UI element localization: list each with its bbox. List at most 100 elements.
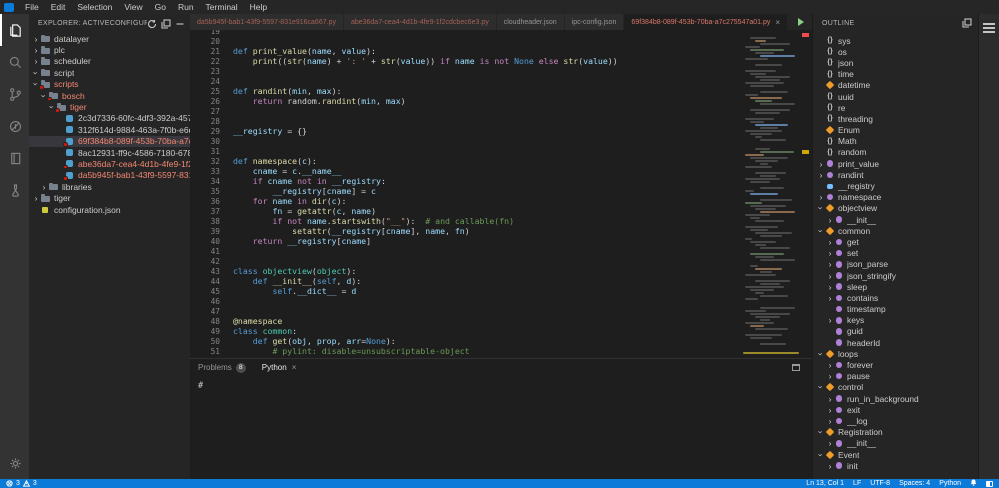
outline-item-init[interactable]: ›__init__	[813, 214, 978, 225]
line-number[interactable]: 36	[190, 197, 220, 206]
line-number[interactable]: 49	[190, 327, 220, 336]
outline-item-control[interactable]: ›control	[813, 382, 978, 393]
outline-item-json[interactable]: {}json	[813, 57, 978, 68]
hide-sidebar-icon[interactable]	[175, 19, 185, 29]
test-beaker-icon[interactable]	[0, 174, 29, 206]
code-line-40[interactable]: 40 return __registry[cname]	[190, 236, 743, 246]
outline-item-common[interactable]: ›common	[813, 225, 978, 236]
code-line-24[interactable]: 24	[190, 76, 743, 86]
status-python[interactable]: Python	[939, 480, 961, 487]
collapse-all-icon[interactable]	[962, 18, 972, 28]
code-line-47[interactable]: 47	[190, 306, 743, 316]
outline-item-loops[interactable]: ›loops	[813, 348, 978, 359]
tree-item-8ac12931-ff9c-4586-7180-678a[interactable]: 8ac12931-ff9c-4586-7180-678a6a75b74...	[29, 147, 190, 158]
line-number[interactable]: 35	[190, 187, 220, 196]
code-line-41[interactable]: 41	[190, 246, 743, 256]
code-line-36[interactable]: 36 for name in dir(c):	[190, 196, 743, 206]
outline-item-randint[interactable]: ›randint	[813, 169, 978, 180]
outline-item-pause[interactable]: ›pause	[813, 371, 978, 382]
code-line-51[interactable]: 51 # pylint: disable=unsubscriptable-obj…	[190, 346, 743, 356]
tree-item-script[interactable]: ›script	[29, 67, 190, 78]
line-number[interactable]: 50	[190, 337, 220, 346]
line-number[interactable]: 33	[190, 167, 220, 176]
tree-item-da5b945f-bab1-43f9-5597-831e[interactable]: da5b945f-bab1-43f9-5597-831e916ca66...	[29, 170, 190, 181]
line-number[interactable]: 29	[190, 127, 220, 136]
maximize-panel-icon[interactable]	[792, 364, 800, 371]
outline-item-json-stringify[interactable]: ›json_stringify	[813, 270, 978, 281]
code-line-37[interactable]: 37 fn = getattr(c, name)	[190, 206, 743, 216]
search-icon[interactable]	[0, 46, 29, 78]
line-number[interactable]: 43	[190, 267, 220, 276]
panel-tab-python[interactable]: Python×	[262, 363, 297, 372]
line-number[interactable]: 34	[190, 177, 220, 186]
menu-go[interactable]: Go	[149, 0, 172, 14]
line-number[interactable]: 47	[190, 307, 220, 316]
line-number[interactable]: 32	[190, 157, 220, 166]
menu-run[interactable]: Run	[172, 0, 200, 14]
line-number[interactable]: 19	[190, 30, 220, 36]
outline-item-uuid[interactable]: {}uuid	[813, 91, 978, 102]
outline-item-run-in-background[interactable]: ›run_in_background	[813, 393, 978, 404]
outline-item-get[interactable]: ›get	[813, 236, 978, 247]
code-line-28[interactable]: 28	[190, 116, 743, 126]
code-line-23[interactable]: 23	[190, 66, 743, 76]
outline-item-forever[interactable]: ›forever	[813, 359, 978, 370]
line-number[interactable]: 40	[190, 237, 220, 246]
minimap[interactable]	[743, 30, 799, 358]
terminal-output[interactable]: #	[190, 376, 812, 479]
book-icon[interactable]	[0, 142, 29, 174]
outline-item-re[interactable]: {}re	[813, 102, 978, 113]
line-number[interactable]: 22	[190, 57, 220, 66]
problems-summary[interactable]: 3 3	[6, 480, 37, 487]
code-area[interactable]: 192021def print_value(name, value):22 pr…	[190, 30, 743, 354]
status-lf[interactable]: LF	[853, 480, 861, 487]
line-number[interactable]: 39	[190, 227, 220, 236]
tab-abe36da7-cea4-4d1b-4fe9-1f2c[interactable]: abe36da7-cea4-4d1b-4fe9-1f2cdcbec6e3.py	[344, 14, 497, 30]
line-number[interactable]: 30	[190, 137, 220, 146]
menu-file[interactable]: File	[19, 0, 45, 14]
code-line-35[interactable]: 35 __registry[cname] = c	[190, 186, 743, 196]
outline-item-random[interactable]: {}random	[813, 147, 978, 158]
code-line-21[interactable]: 21def print_value(name, value):	[190, 46, 743, 56]
outline-item-threading[interactable]: {}threading	[813, 113, 978, 124]
menu-help[interactable]: Help	[244, 0, 273, 14]
code-line-20[interactable]: 20	[190, 36, 743, 46]
tree-item-69f384b8-089f-453b-70ba-a7c2[interactable]: 69f384b8-089f-453b-70ba-a7c275547a0...	[29, 136, 190, 147]
line-number[interactable]: 25	[190, 87, 220, 96]
outline-item-datetime[interactable]: datetime	[813, 80, 978, 91]
tree-item-libraries[interactable]: ›libraries	[29, 181, 190, 192]
outline-item-registry[interactable]: __registry	[813, 180, 978, 191]
line-number[interactable]: 24	[190, 77, 220, 86]
explorer-icon[interactable]	[0, 14, 29, 46]
source-control-icon[interactable]	[0, 78, 29, 110]
outline-item-json-parse[interactable]: ›json_parse	[813, 259, 978, 270]
outline-item-init[interactable]: ›init	[813, 460, 978, 471]
code-line-29[interactable]: 29__registry = {}	[190, 126, 743, 136]
code-line-48[interactable]: 48@namespace	[190, 316, 743, 326]
line-number[interactable]: 20	[190, 37, 220, 46]
code-line-49[interactable]: 49class common:	[190, 326, 743, 336]
views-list-icon[interactable]	[983, 23, 995, 33]
notifications-bell-icon[interactable]	[970, 479, 977, 488]
menu-edit[interactable]: Edit	[45, 0, 72, 14]
run-debug-icon[interactable]	[0, 110, 29, 142]
tree-item-scheduler[interactable]: ›scheduler	[29, 56, 190, 67]
close-panel-tab-icon[interactable]: ×	[292, 363, 297, 372]
outline-item-contains[interactable]: ›contains	[813, 292, 978, 303]
code-line-30[interactable]: 30	[190, 136, 743, 146]
line-number[interactable]: 28	[190, 117, 220, 126]
menu-view[interactable]: View	[118, 0, 148, 14]
tab-ipc-config-json[interactable]: ipc-config.json	[565, 14, 625, 30]
tab-cloudheader-json[interactable]: cloudheader.json	[497, 14, 565, 30]
line-number[interactable]: 41	[190, 247, 220, 256]
line-number[interactable]: 46	[190, 297, 220, 306]
status-utf-8[interactable]: UTF-8	[870, 480, 890, 487]
code-line-26[interactable]: 26 return random.randint(min, max)	[190, 96, 743, 106]
line-number[interactable]: 42	[190, 257, 220, 266]
status-ln-13-col-1[interactable]: Ln 13, Col 1	[806, 480, 844, 487]
code-line-39[interactable]: 39 setattr(__registry[cname], name, fn)	[190, 226, 743, 236]
tree-item-bosch[interactable]: ›bosch	[29, 90, 190, 101]
menu-selection[interactable]: Selection	[71, 0, 118, 14]
line-number[interactable]: 51	[190, 347, 220, 356]
line-number[interactable]: 38	[190, 217, 220, 226]
